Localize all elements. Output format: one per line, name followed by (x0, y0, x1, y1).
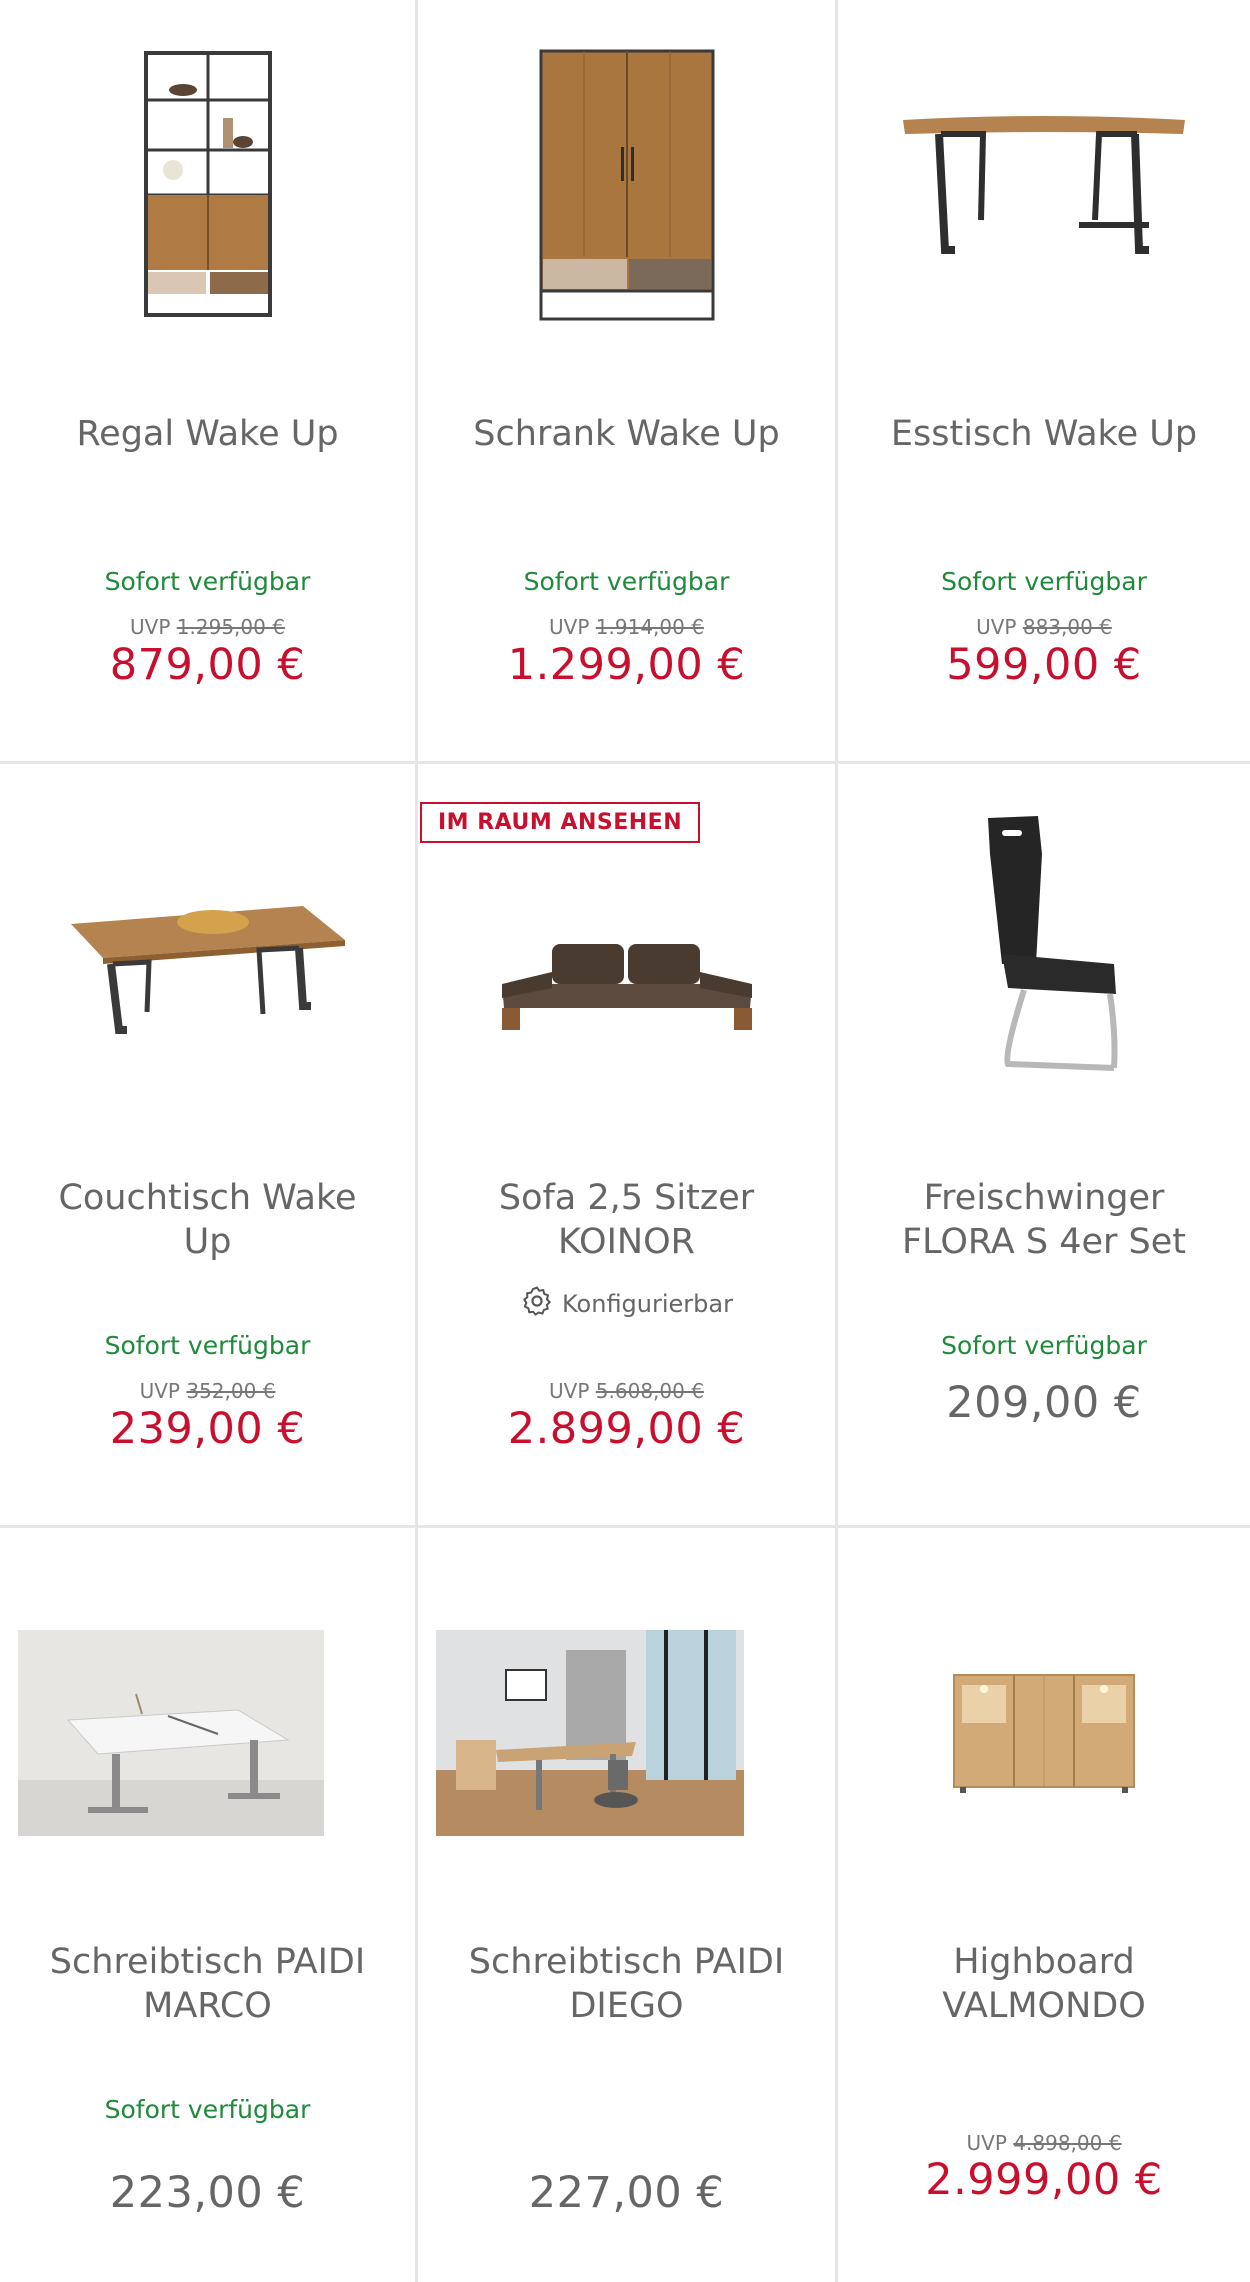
product-grid: Regal Wake Up Sofort verfügbar UVP 1.295… (0, 0, 1250, 2282)
product-title[interactable]: Freischwinger FLORA S 4er Set (868, 1176, 1220, 1264)
product-image[interactable] (418, 814, 835, 1144)
product-title[interactable]: Couchtisch Wake Up (30, 1176, 385, 1264)
shelf-image (143, 51, 272, 317)
product-image[interactable] (838, 1568, 1250, 1898)
uvp-price: UVP 1.914,00 € (418, 615, 835, 639)
uvp-old-price: 5.608,00 € (595, 1379, 704, 1403)
product-card-regal-wake-up[interactable]: Regal Wake Up Sofort verfügbar UVP 1.295… (0, 0, 418, 764)
uvp-price: UVP 1.295,00 € (0, 615, 415, 639)
dining-table-image (903, 116, 1185, 254)
uvp-price: UVP 4.898,00 € (838, 2131, 1250, 2155)
product-card-schrank-wake-up[interactable]: Schrank Wake Up Sofort verfügbar UVP 1.9… (418, 0, 838, 764)
office-room-image (436, 1630, 744, 1836)
price: 223,00 € (109, 2168, 306, 2218)
uvp-old-price: 4.898,00 € (1013, 2131, 1122, 2155)
availability-label: Sofort verfügbar (104, 1331, 311, 1360)
uvp-old-price: 1.295,00 € (176, 615, 285, 639)
uvp-label: UVP (549, 1379, 590, 1403)
sofa-image (501, 944, 752, 1030)
uvp-price: UVP 883,00 € (838, 615, 1250, 639)
gear-icon (520, 1284, 554, 1324)
product-title[interactable]: Schreibtisch PAIDI MARCO (30, 1940, 385, 2028)
availability-label: Sofort verfügbar (104, 567, 311, 596)
product-image[interactable] (0, 1568, 415, 1898)
sale-price: 2.899,00 € (507, 1404, 746, 1454)
product-title[interactable]: Sofa 2,5 Sitzer KOINOR (448, 1176, 805, 1264)
uvp-old-price: 352,00 € (186, 1379, 276, 1403)
product-card-schreibtisch-paidi-marco[interactable]: Schreibtisch PAIDI MARCO Sofort verfügba… (0, 1528, 418, 2282)
product-title[interactable]: Regal Wake Up (30, 412, 385, 456)
product-title[interactable]: Schreibtisch PAIDI DIEGO (448, 1940, 805, 2028)
product-card-sofa-koinor[interactable]: IM RAUM ANSEHEN Sofa 2,5 Sitzer KOINOR K… (418, 764, 838, 1528)
highboard-image (953, 1674, 1135, 1793)
product-card-schreibtisch-paidi-diego[interactable]: Schreibtisch PAIDI DIEGO 227,00 € (418, 1528, 838, 2282)
uvp-label: UVP (130, 615, 171, 639)
sale-price: 239,00 € (109, 1404, 306, 1454)
product-card-freischwinger-flora[interactable]: Freischwinger FLORA S 4er Set Sofort ver… (838, 764, 1250, 1528)
chair-image (988, 816, 1118, 1071)
configurable-info: Konfigurierbar (418, 1284, 835, 1324)
product-image[interactable] (838, 20, 1250, 350)
desk-room-image (18, 1630, 324, 1836)
uvp-label: UVP (976, 615, 1017, 639)
uvp-label: UVP (139, 1379, 180, 1403)
sale-price: 599,00 € (946, 640, 1142, 690)
product-card-highboard-valmondo[interactable]: Highboard VALMONDO UVP 4.898,00 € 2.999,… (838, 1528, 1250, 2282)
sale-price: 879,00 € (109, 640, 306, 690)
uvp-old-price: 1.914,00 € (595, 615, 704, 639)
availability-label: Sofort verfügbar (523, 567, 730, 596)
price: 227,00 € (528, 2168, 725, 2218)
configurable-label: Konfigurierbar (562, 1290, 733, 1318)
product-image[interactable] (418, 1568, 835, 1898)
product-image[interactable] (838, 784, 1250, 1114)
product-title[interactable]: Schrank Wake Up (448, 412, 805, 456)
product-image[interactable] (418, 20, 835, 350)
product-image[interactable] (0, 804, 415, 1134)
view-in-room-button[interactable]: IM RAUM ANSEHEN (420, 802, 701, 843)
uvp-label: UVP (966, 2131, 1007, 2155)
sale-price: 2.999,00 € (925, 2155, 1163, 2205)
sale-price: 1.299,00 € (507, 640, 746, 690)
uvp-old-price: 883,00 € (1022, 615, 1112, 639)
price: 209,00 € (946, 1378, 1142, 1428)
product-card-esstisch-wake-up[interactable]: Esstisch Wake Up Sofort verfügbar UVP 88… (838, 0, 1250, 764)
uvp-price: UVP 352,00 € (0, 1379, 415, 1403)
availability-label: Sofort verfügbar (104, 2095, 311, 2124)
uvp-label: UVP (549, 615, 590, 639)
coffee-table-image (70, 906, 345, 1034)
product-image[interactable] (0, 20, 415, 350)
uvp-price: UVP 5.608,00 € (418, 1379, 835, 1403)
product-title[interactable]: Esstisch Wake Up (868, 412, 1220, 456)
availability-label: Sofort verfügbar (941, 567, 1147, 596)
wardrobe-image (539, 49, 714, 321)
product-card-couchtisch-wake-up[interactable]: Couchtisch Wake Up Sofort verfügbar UVP … (0, 764, 418, 1528)
availability-label: Sofort verfügbar (941, 1331, 1147, 1360)
product-title[interactable]: Highboard VALMONDO (868, 1940, 1220, 2028)
